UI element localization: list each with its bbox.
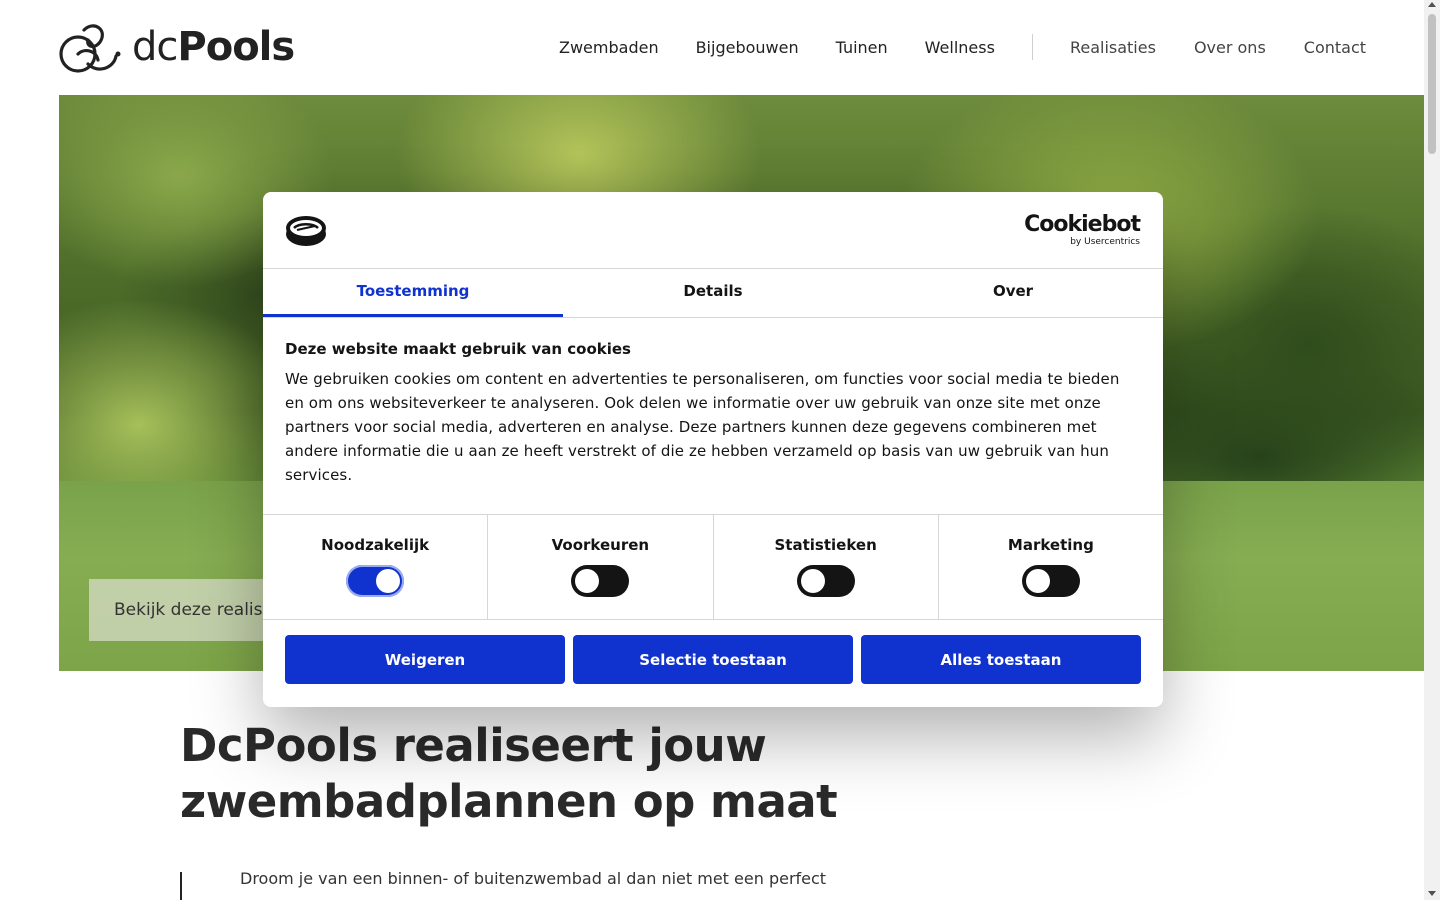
toggle-label: Marketing [1007, 536, 1094, 554]
dc-monogram-icon [59, 24, 121, 73]
cookie-description: Deze website maakt gebruik van cookies W… [263, 318, 1163, 515]
intro-paragraph: Droom je van een binnen- of buitenzwemba… [240, 869, 827, 888]
cookie-actions: Weigeren Selectie toestaan Alles toestaa… [263, 620, 1163, 684]
cookie-title: Deze website maakt gebruik van cookies [285, 340, 631, 358]
tab-details[interactable]: Details [563, 269, 863, 317]
toggle-label: Statistieken [774, 536, 877, 554]
toggle-label: Voorkeuren [551, 536, 650, 554]
statistieken-switch[interactable] [796, 565, 855, 597]
cookie-site-icon [285, 215, 327, 251]
scrollbar-thumb[interactable] [1428, 14, 1436, 154]
marketing-switch[interactable] [1021, 565, 1080, 597]
noodzakelijk-switch[interactable] [346, 565, 405, 597]
nav-zwembaden[interactable]: Zwembaden [559, 38, 659, 57]
weigeren-button[interactable]: Weigeren [285, 635, 565, 684]
scroll-down-icon[interactable] [1428, 891, 1436, 896]
toggle-voorkeuren: Voorkeuren [488, 515, 714, 619]
primary-nav: Zwembaden Bijgebouwen Tuinen Wellness [559, 38, 1032, 57]
tab-over[interactable]: Over [863, 269, 1163, 317]
headline-line-1: DcPools realiseert jouw [180, 719, 767, 772]
intro-accent-bar [180, 872, 182, 900]
selectie-toestaan-button[interactable]: Selectie toestaan [573, 635, 853, 684]
site-logo[interactable]: dcPools [58, 20, 295, 74]
cookie-body-text: We gebruiken cookies om content en adver… [285, 370, 1120, 484]
cookie-dialog-header: Cookiebot by Usercentrics [263, 192, 1163, 269]
nav-realisaties[interactable]: Realisaties [1070, 38, 1156, 57]
switch-knob [575, 569, 600, 593]
switch-knob [1025, 569, 1050, 593]
alles-toestaan-button[interactable]: Alles toestaan [861, 635, 1141, 684]
nav-over-ons[interactable]: Over ons [1194, 38, 1266, 57]
cookie-category-toggles: Noodzakelijk Voorkeuren Statistieken Mar… [263, 515, 1163, 620]
voorkeuren-switch[interactable] [571, 565, 630, 597]
headline-line-2: zwembadplannen op maat [180, 775, 838, 828]
cookiebot-sub: by Usercentrics [1070, 237, 1140, 247]
nav-contact[interactable]: Contact [1304, 38, 1366, 57]
site-header: dcPools Zwembaden Bijgebouwen Tuinen Wel… [0, 0, 1424, 95]
logo-wordmark: dcPools [132, 24, 295, 70]
switch-knob [376, 569, 401, 593]
nav-tuinen[interactable]: Tuinen [836, 38, 888, 57]
cookiebot-name: Cookiebot [1024, 212, 1141, 237]
nav-wellness[interactable]: Wellness [925, 38, 995, 57]
main-navigation: Zwembaden Bijgebouwen Tuinen Wellness Re… [559, 34, 1366, 60]
secondary-nav: Realisaties Over ons Contact [1070, 38, 1366, 57]
toggle-noodzakelijk: Noodzakelijk [263, 515, 489, 619]
logo-prefix: dc [132, 24, 178, 70]
tab-toestemming[interactable]: Toestemming [263, 269, 563, 317]
nav-bijgebouwen[interactable]: Bijgebouwen [696, 38, 799, 57]
switch-knob [800, 569, 825, 593]
cookie-consent-dialog: Cookiebot by Usercentrics Toestemming De… [263, 192, 1163, 707]
toggle-marketing: Marketing [939, 515, 1163, 619]
toggle-statistieken: Statistieken [714, 515, 939, 619]
toggle-label: Noodzakelijk [321, 536, 430, 554]
scroll-up-icon[interactable] [1428, 2, 1436, 7]
page-scrollbar[interactable] [1424, 0, 1440, 900]
logo-name: Pools [177, 24, 295, 70]
nav-divider [1031, 34, 1033, 60]
cookiebot-logo[interactable]: Cookiebot by Usercentrics [1024, 212, 1141, 248]
cookie-tabs: Toestemming Details Over [263, 269, 1163, 318]
page-headline: DcPools realiseert jouw zwembadplannen o… [180, 718, 880, 830]
